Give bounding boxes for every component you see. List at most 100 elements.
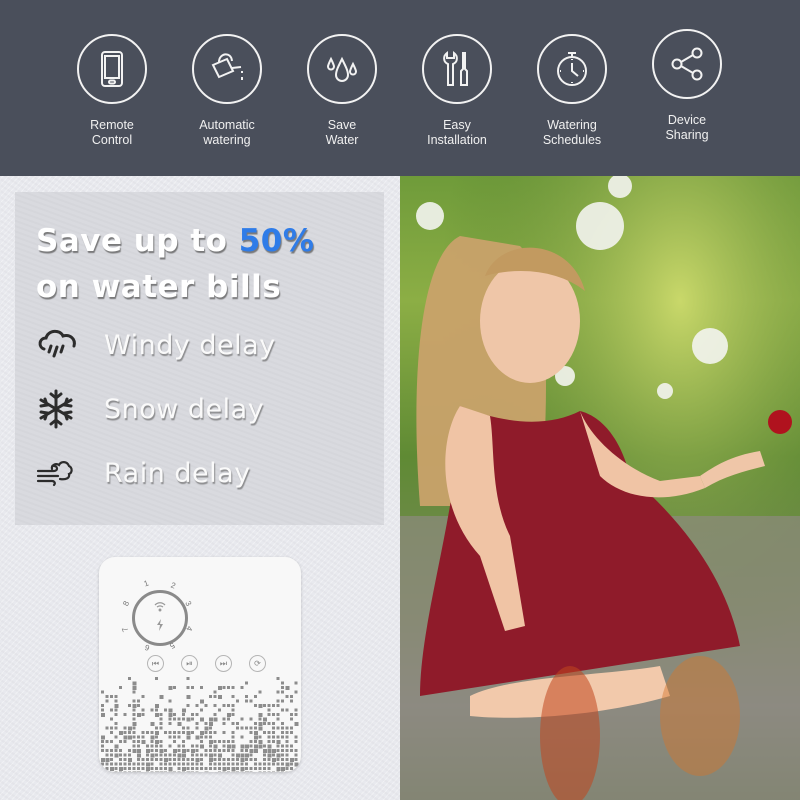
pixel-dot	[128, 753, 131, 757]
pixel-dot	[164, 749, 167, 752]
pixel-dot	[191, 758, 194, 761]
pixel-dot	[119, 762, 122, 766]
pixel-dot	[227, 740, 230, 743]
pixel-dot	[137, 740, 140, 743]
feature-label-line2: Water	[325, 133, 359, 147]
pixel-dot	[227, 713, 231, 717]
pixel-dot	[227, 767, 230, 770]
pixel-dot	[177, 744, 181, 748]
pixel-dot	[240, 749, 244, 752]
pixel-dot	[290, 771, 294, 772]
pixel-dot	[209, 735, 212, 739]
pixel-dot	[186, 695, 191, 699]
pixel-dot	[114, 749, 118, 752]
feature-label-line1: Watering	[547, 118, 597, 132]
pixel-dot	[101, 735, 105, 740]
pixel-dot	[137, 744, 140, 748]
pixel-dot	[267, 722, 271, 725]
pixel-dot	[177, 771, 181, 772]
pixel-dot	[128, 677, 131, 680]
pixel-dot	[290, 762, 293, 766]
pixel-dot	[182, 758, 185, 761]
pixel-dot	[276, 677, 280, 680]
pixel-dot	[168, 713, 173, 717]
pixel-dot	[254, 749, 258, 753]
pixel-dot	[101, 762, 104, 766]
pixel-dot	[285, 735, 289, 739]
pixel-dot	[276, 735, 280, 739]
pixel-dot	[164, 771, 167, 772]
pixel-dot	[168, 767, 173, 771]
pixel-dot	[159, 695, 164, 699]
pixel-dot	[159, 749, 164, 753]
pixel-dot	[132, 704, 137, 708]
pixel-dot	[285, 749, 289, 752]
pixel-dot	[254, 704, 257, 707]
pixel-dot	[263, 753, 266, 757]
pixel-dot	[123, 713, 127, 716]
play-pause-icon[interactable]: ⏯	[181, 655, 198, 672]
feature-label-line2: Sharing	[665, 128, 709, 142]
pixel-dot	[146, 762, 150, 767]
pixel-dot	[105, 767, 109, 770]
pixel-dot	[222, 771, 226, 772]
pixel-dot	[285, 762, 290, 767]
pixel-dot	[168, 771, 173, 772]
skip-back-icon[interactable]: ⏮	[147, 655, 164, 672]
pixel-dot	[132, 690, 136, 694]
pixel-dot	[137, 749, 141, 753]
feature-label-line2: Control	[91, 133, 133, 147]
pixel-dot	[101, 744, 104, 748]
pixel-dot	[128, 767, 131, 770]
pixel-dot	[195, 735, 200, 740]
pixel-dot	[236, 753, 240, 758]
pixel-dot	[245, 749, 248, 752]
pixel-dot	[141, 695, 145, 698]
pixel-dot	[294, 681, 298, 685]
pixel-dot	[254, 740, 257, 743]
pixel-dot	[249, 731, 253, 734]
pixel-dot	[281, 726, 284, 730]
pixel-dot	[267, 713, 271, 716]
blurred-flower	[540, 666, 600, 800]
pixel-dot	[267, 767, 271, 770]
delay-label: Rain delay	[104, 457, 251, 489]
pixel-dot	[110, 731, 113, 734]
pixel-dot	[231, 735, 235, 739]
pixel-dot	[290, 731, 293, 734]
refresh-icon[interactable]: ⟳	[249, 655, 266, 672]
pixel-dot	[222, 722, 226, 725]
pixel-dot	[168, 758, 172, 761]
pixel-dot	[249, 753, 253, 757]
pixel-dot	[132, 744, 136, 748]
pixel-dot	[191, 749, 195, 753]
pixel-dot	[290, 713, 293, 716]
pixel-dot	[159, 753, 163, 757]
pixel-dot	[123, 762, 127, 766]
pixel-dot	[240, 735, 244, 739]
pixel-dot	[218, 762, 221, 766]
pixel-dot	[173, 753, 176, 757]
pixel-dot	[195, 722, 199, 725]
pixel-dot	[231, 695, 235, 698]
skip-forward-icon[interactable]: ⏭	[215, 655, 232, 672]
pixel-dot	[258, 713, 263, 717]
pixel-dot	[168, 762, 172, 766]
pixel-dot	[182, 740, 185, 743]
photo-illustration	[400, 176, 800, 800]
device-button-row: ⏮ ⏯ ⏭ ⟳	[147, 655, 266, 672]
pixel-dot	[186, 735, 191, 740]
pixel-dot	[213, 690, 217, 694]
pixel-dot	[218, 686, 222, 690]
pixel-dot	[285, 726, 289, 730]
pixel-dot	[258, 704, 263, 708]
pixel-dot	[294, 735, 298, 739]
pixel-dot	[240, 758, 245, 762]
pixel-dot	[281, 690, 284, 694]
pixel-dot	[191, 686, 194, 689]
water-drops-icon	[307, 34, 377, 104]
pixel-dot	[173, 758, 176, 761]
zone-dial[interactable]	[132, 590, 188, 646]
pixel-dot	[204, 749, 208, 752]
pixel-dot	[101, 690, 104, 694]
